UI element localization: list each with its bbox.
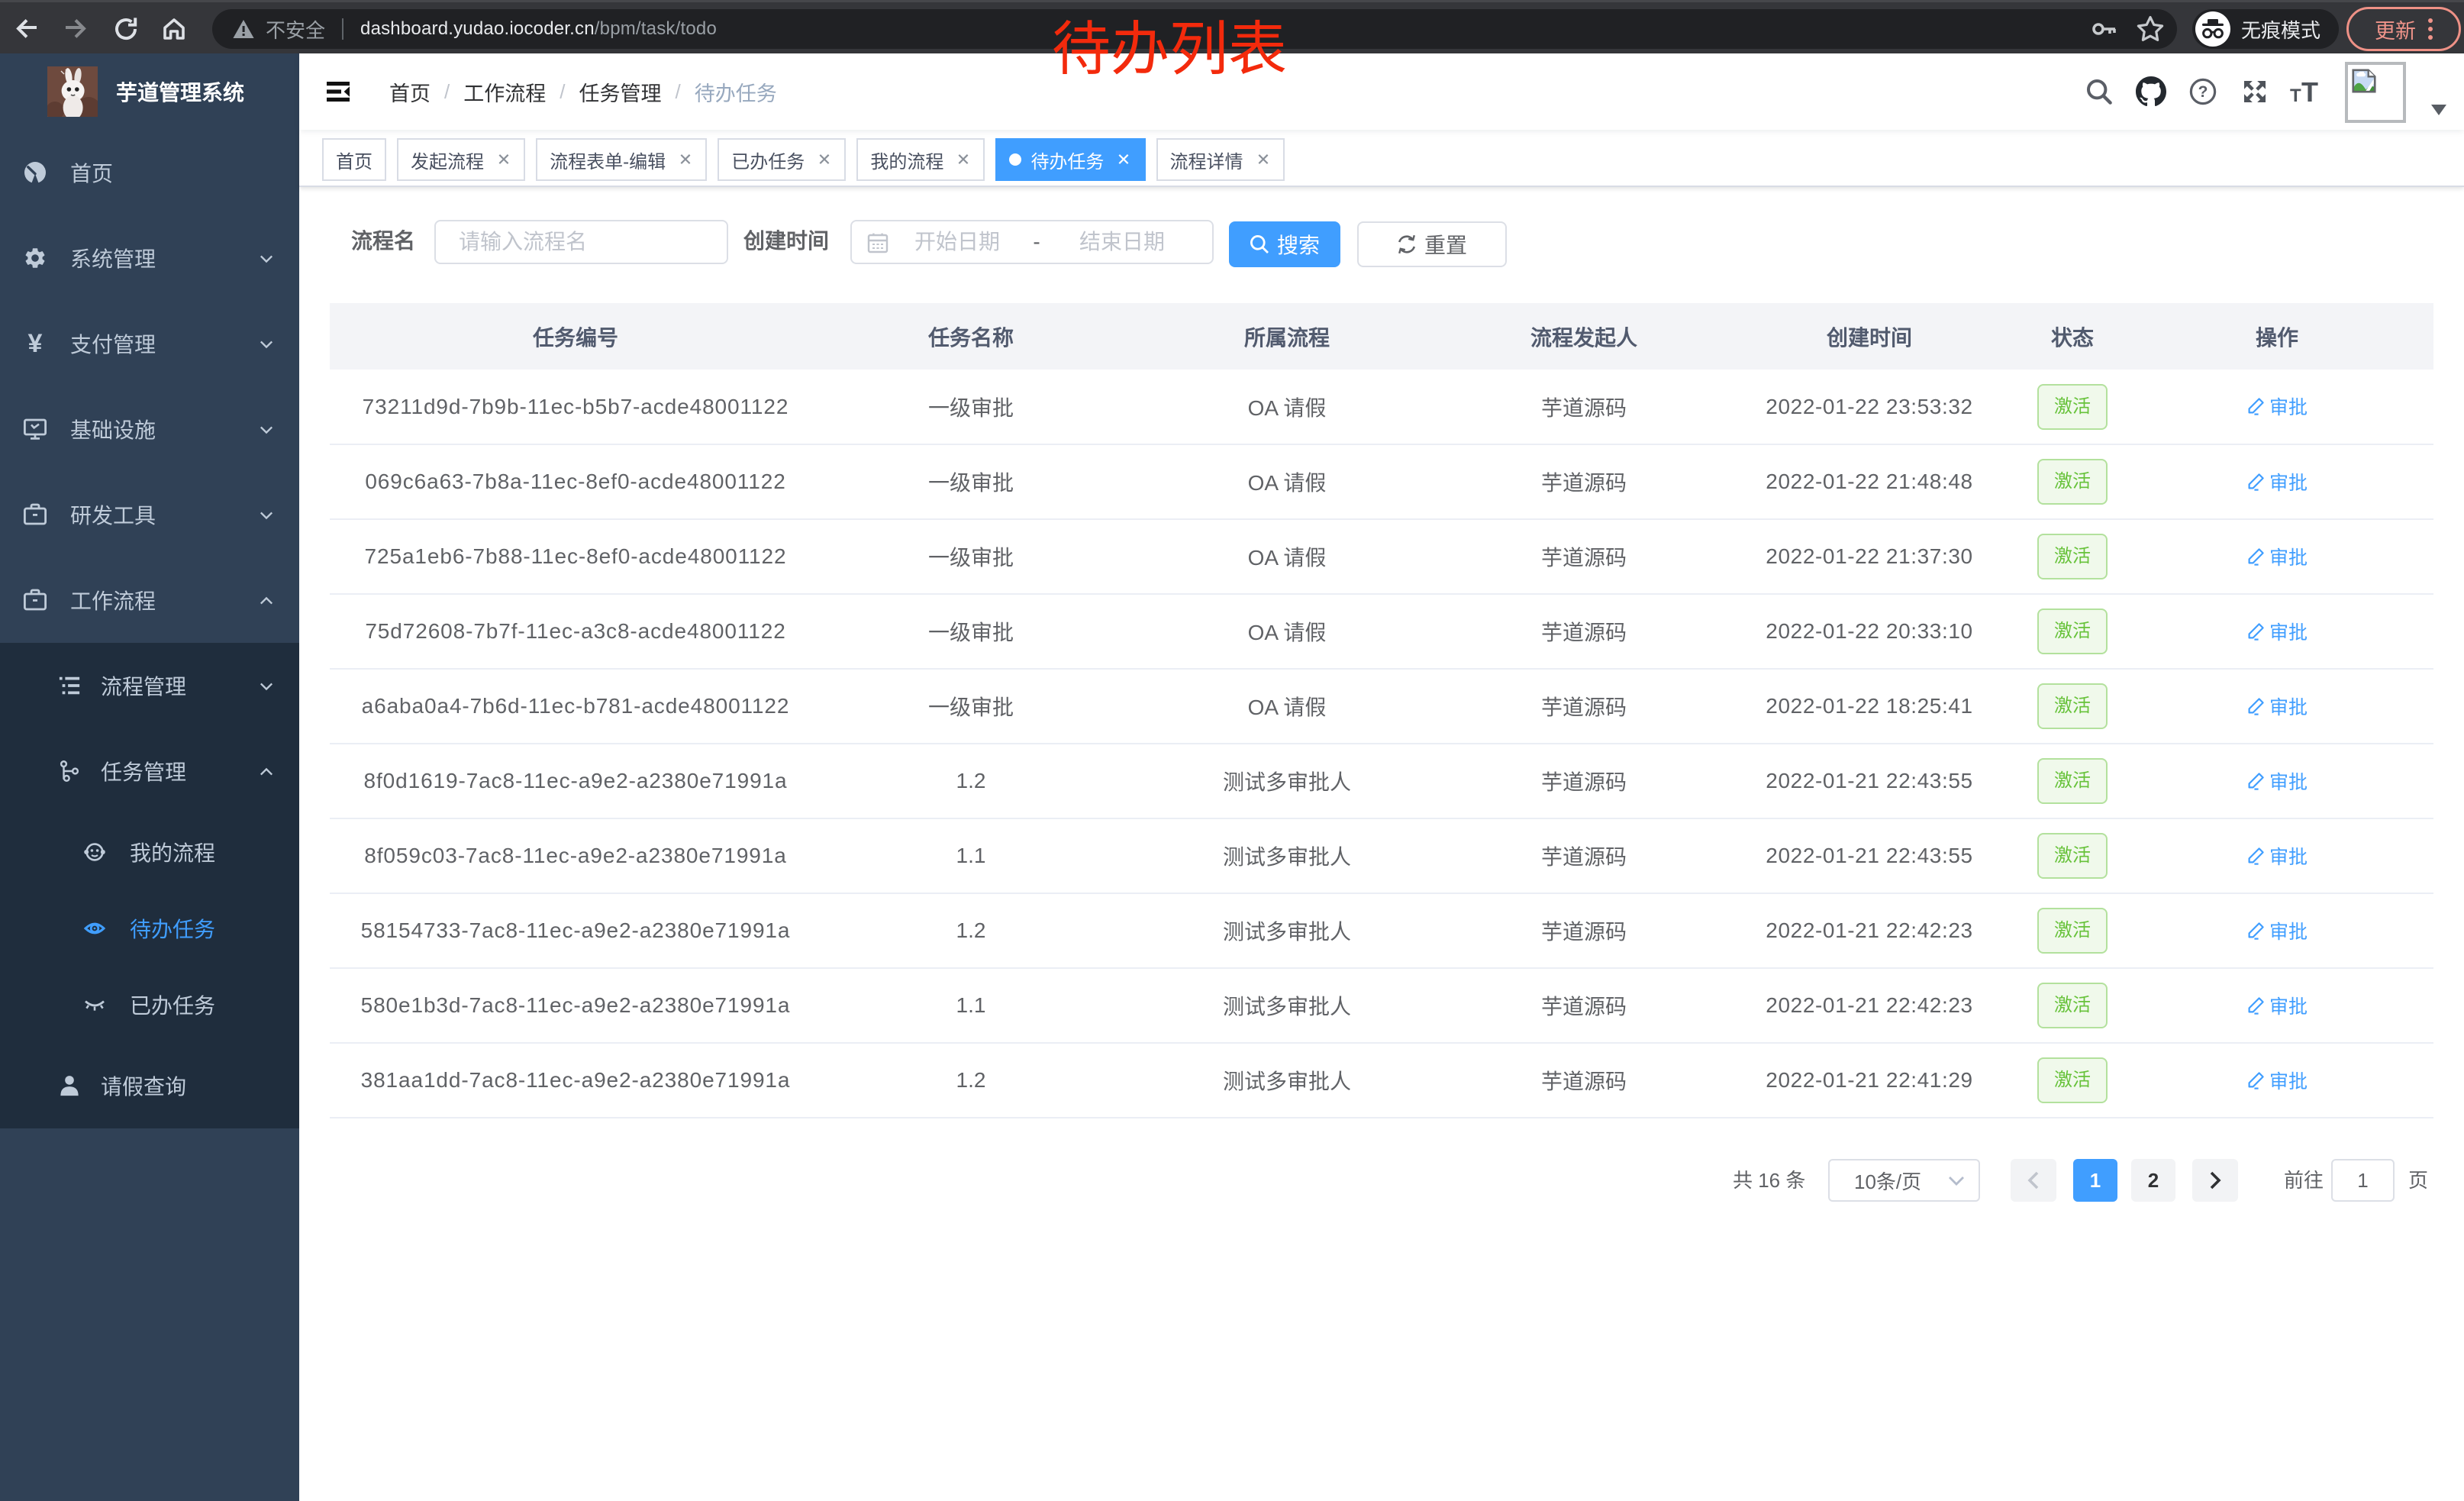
svg-text:?: ? — [2198, 83, 2208, 101]
svg-text:T: T — [2301, 78, 2318, 105]
svg-text:T: T — [2290, 86, 2301, 105]
